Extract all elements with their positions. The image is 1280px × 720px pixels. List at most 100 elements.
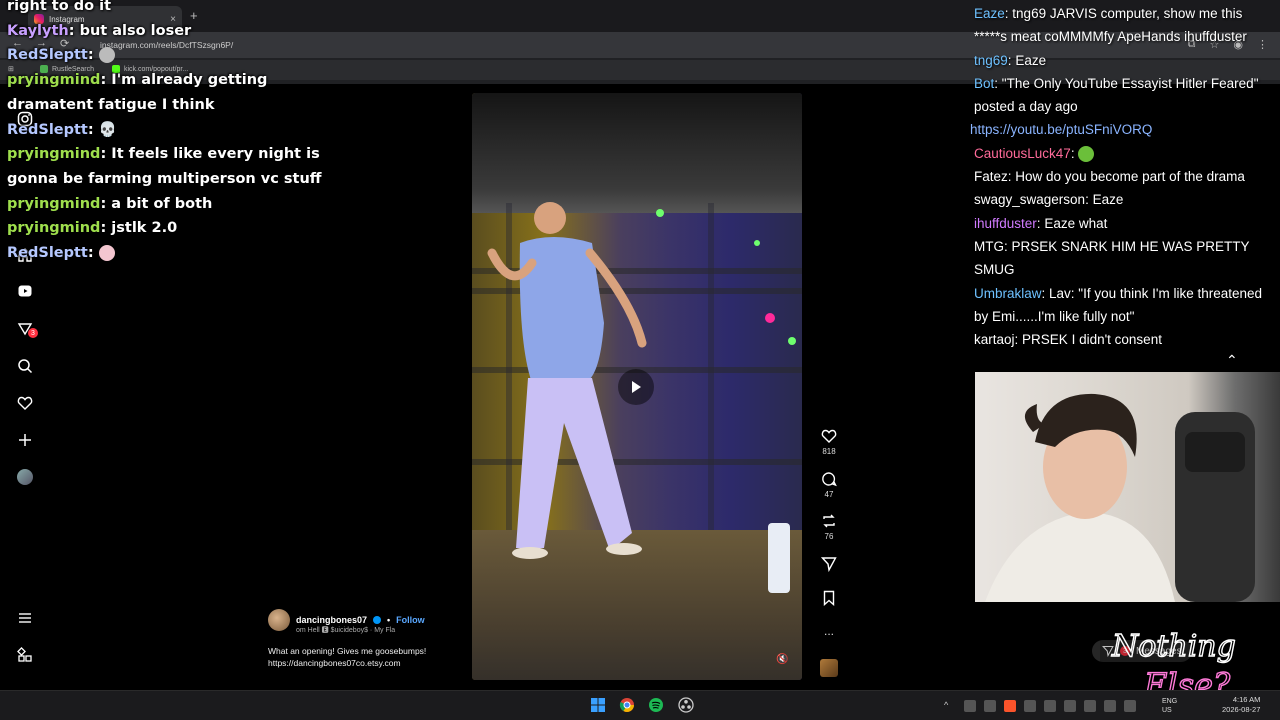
repost-button[interactable]: 76 bbox=[814, 513, 844, 541]
spotify-icon[interactable] bbox=[648, 697, 664, 713]
input-language[interactable]: ENG US bbox=[1162, 697, 1177, 715]
chat-text: PRSEK SNARK HIM HE WAS PRETTY SMUG bbox=[974, 238, 1250, 278]
chat-message: CautiousLuck47: bbox=[970, 142, 1270, 165]
avatar[interactable] bbox=[268, 609, 290, 631]
menu-hamburger-icon[interactable] bbox=[16, 609, 34, 627]
emote-icon bbox=[98, 47, 115, 64]
chat-text: How do you become part of the drama bbox=[1015, 169, 1245, 185]
heart-icon[interactable] bbox=[16, 394, 34, 412]
tray-icon[interactable] bbox=[1104, 700, 1116, 712]
also-from-meta-icon[interactable] bbox=[16, 646, 34, 664]
follow-button[interactable]: Follow bbox=[396, 615, 425, 625]
chat-message: Fatez: How do you become part of the dra… bbox=[974, 169, 1245, 185]
reel-caption: dancingbones07 • Follow om Hell 🅴 $uicid… bbox=[268, 609, 468, 669]
chat-text: Eaze bbox=[1092, 192, 1124, 208]
chat-text: PRSEK I didn't consent bbox=[1022, 332, 1162, 348]
tray-icon[interactable] bbox=[1084, 700, 1096, 712]
keyboard-layout: US bbox=[1162, 707, 1172, 714]
chat-message: kartaoj: PRSEK I didn't consent bbox=[974, 332, 1162, 348]
heart-icon bbox=[821, 429, 837, 443]
chat-message: RedSleptt: bbox=[7, 241, 337, 266]
comment-count: 47 bbox=[824, 490, 834, 499]
chat-username: RedSleptt bbox=[7, 121, 88, 138]
chat-username: Fatez bbox=[974, 169, 1008, 185]
avatar bbox=[17, 469, 33, 485]
emote-icon bbox=[1078, 146, 1095, 163]
chat-message: MTG: PRSEK SNARK HIM HE WAS PRETTY SMUG bbox=[974, 238, 1250, 278]
chat-username: Bot bbox=[974, 75, 995, 91]
save-button[interactable] bbox=[814, 590, 844, 609]
chat-message: ihuffduster: Eaze what bbox=[974, 215, 1108, 231]
comment-button[interactable]: 47 bbox=[814, 471, 844, 499]
chat-text: Eaze what bbox=[1044, 215, 1108, 231]
clock-date: 2026-08-27 bbox=[1222, 705, 1261, 714]
chat-username: RedSleptt bbox=[7, 245, 88, 262]
reels-icon[interactable] bbox=[16, 282, 34, 300]
profile-avatar[interactable] bbox=[16, 468, 34, 486]
obs-icon[interactable] bbox=[678, 697, 694, 713]
chat-message: right to do it bbox=[7, 0, 337, 19]
audio-label[interactable]: om Hell 🅴 $uicideboy$ · My Fla bbox=[296, 625, 468, 635]
chat-username: pryingmind bbox=[7, 220, 101, 237]
chat-text: "The Only YouTube Essayist Hitler Feared… bbox=[974, 75, 1259, 115]
language-code: ENG bbox=[1162, 698, 1178, 705]
chat-text: jstlk 2.0 bbox=[111, 220, 178, 237]
chat-link[interactable]: https://youtu.be/ptuSFniVORQ bbox=[970, 118, 1270, 141]
bookmark-icon bbox=[823, 590, 835, 606]
chat-username: pryingmind bbox=[7, 146, 101, 163]
system-clock[interactable]: 4:16 AM 2026-08-27 bbox=[1222, 695, 1260, 715]
chat-message: Bot: "The Only YouTube Essayist Hitler F… bbox=[974, 75, 1259, 115]
windows-start-icon[interactable] bbox=[590, 697, 606, 713]
tray-icon[interactable] bbox=[1064, 700, 1076, 712]
share-button[interactable] bbox=[814, 556, 844, 575]
chat-text: a bit of both bbox=[111, 195, 213, 212]
streamer-figure bbox=[985, 393, 1255, 602]
clock-time: 4:16 AM bbox=[1232, 695, 1261, 704]
chat-username: MTG bbox=[974, 238, 1004, 254]
chat-message: pryingmind: I'm already getting dramaten… bbox=[7, 72, 268, 113]
logo-line-1: Nothing bbox=[1111, 629, 1236, 664]
chat-message: Eaze: tng69 JARVIS computer, show me thi… bbox=[974, 6, 1247, 45]
chat-username: pryingmind bbox=[7, 195, 101, 212]
notifications-icon[interactable]: 3 bbox=[16, 320, 38, 338]
mute-icon[interactable]: 🔇 bbox=[776, 654, 788, 665]
caption-text: What an opening! Gives me goosebumps! ht… bbox=[268, 645, 468, 669]
caption-body: What an opening! Gives me goosebumps! bbox=[268, 646, 427, 656]
more-options-button[interactable]: ... bbox=[814, 624, 844, 638]
like-button[interactable]: 818 bbox=[814, 428, 844, 456]
tray-icon[interactable] bbox=[1044, 700, 1056, 712]
tray-icon[interactable] bbox=[1024, 700, 1036, 712]
notifications-badge: 3 bbox=[28, 328, 38, 338]
like-count: 818 bbox=[822, 447, 836, 456]
tray-icon[interactable] bbox=[984, 700, 996, 712]
audio-thumbnail[interactable] bbox=[820, 659, 838, 677]
tray-icon[interactable] bbox=[964, 700, 976, 712]
play-button[interactable] bbox=[618, 369, 654, 405]
chat-message: pryingmind: jstlk 2.0 bbox=[7, 220, 178, 237]
separator: • bbox=[387, 615, 391, 625]
share-icon bbox=[821, 557, 837, 572]
create-plus-icon[interactable] bbox=[16, 431, 34, 449]
search-icon[interactable] bbox=[16, 357, 34, 375]
chat-text: Eaze bbox=[1015, 52, 1047, 68]
chat-username: Kaylyth bbox=[7, 22, 69, 39]
chrome-icon[interactable] bbox=[619, 697, 635, 713]
system-tray: ^ bbox=[944, 700, 1136, 712]
caption-link[interactable]: https://dancingbones07co.etsy.com bbox=[268, 657, 468, 669]
tray-icon[interactable] bbox=[1124, 700, 1136, 712]
chat-message: Kaylyth: but also loser bbox=[7, 22, 192, 39]
chat-message: tng69: Eaze bbox=[974, 52, 1047, 68]
chat-message: RedSleptt: bbox=[7, 43, 337, 68]
chat-username: pryingmind bbox=[7, 72, 101, 89]
chat-text: right to do it bbox=[7, 0, 112, 14]
chat-message: Umbraklaw: Lav: "If you think I'm like t… bbox=[974, 285, 1263, 324]
chat-username: RedSleptt bbox=[7, 47, 88, 64]
chat-text: tng69 JARVIS computer, show me this ****… bbox=[974, 6, 1247, 45]
tray-chevron-up-icon[interactable]: ^ bbox=[944, 700, 956, 712]
emote-icon bbox=[98, 245, 115, 262]
username[interactable]: dancingbones07 bbox=[296, 615, 367, 625]
webcam-feed bbox=[975, 372, 1280, 602]
chevron-up-icon[interactable]: ⌃ bbox=[1226, 352, 1238, 369]
verified-badge-icon bbox=[373, 616, 382, 624]
brave-icon[interactable] bbox=[1004, 700, 1016, 712]
